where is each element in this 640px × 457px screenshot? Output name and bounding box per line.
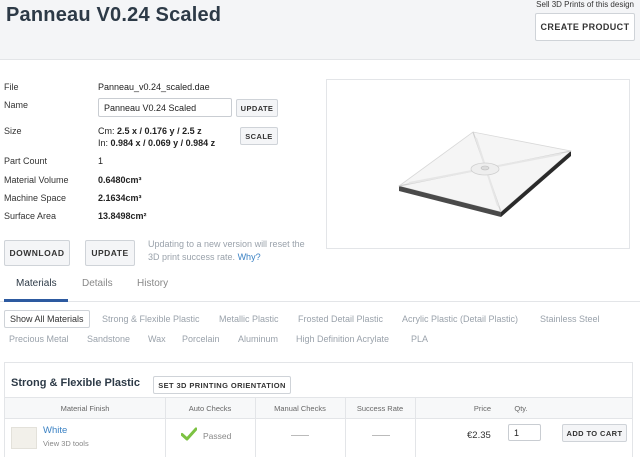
set-orientation-button[interactable]: SET 3D PRINTING ORIENTATION [153, 376, 291, 394]
table-row: White View 3D tools Passed €2.35 ADD TO … [5, 419, 632, 457]
material-swatch [11, 427, 37, 449]
tab-history[interactable]: History [137, 278, 168, 289]
filter-show-all[interactable]: Show All Materials [4, 310, 90, 328]
check-icon [181, 427, 197, 441]
update-note: Updating to a new version will reset the… [148, 239, 305, 262]
material-volume-value: 0.6480cm³ [98, 175, 142, 185]
filter-precious-metal[interactable]: Precious Metal [9, 334, 69, 344]
panel-title: Strong & Flexible Plastic [11, 377, 140, 389]
filter-wax[interactable]: Wax [148, 334, 166, 344]
download-button[interactable]: DOWNLOAD [4, 240, 70, 266]
filter-frosted-detail[interactable]: Frosted Detail Plastic [298, 314, 383, 324]
name-update-button[interactable]: UPDATE [236, 99, 278, 117]
filter-aluminum[interactable]: Aluminum [238, 334, 278, 344]
surface-area-label: Surface Area [4, 211, 57, 221]
filter-metallic[interactable]: Metallic Plastic [219, 314, 279, 324]
machine-space-value: 2.1634cm³ [98, 193, 142, 203]
tab-materials[interactable]: Materials [16, 278, 57, 289]
col-manual-checks: Manual Checks [274, 404, 326, 413]
table-header: Material Finish Auto Checks Manual Check… [5, 397, 632, 419]
surface-area-value: 13.8498cm² [98, 211, 147, 221]
price-value: €2.35 [467, 430, 491, 441]
size-cm: Cm: 2.5 x / 0.176 y / 2.5 z [98, 126, 202, 136]
size-in: In: 0.984 x / 0.069 y / 0.984 z [98, 138, 216, 148]
file-value: Panneau_v0.24_scaled.dae [98, 82, 210, 92]
part-count-label: Part Count [4, 156, 48, 166]
material-volume-label: Material Volume [4, 175, 69, 185]
quantity-input[interactable] [508, 424, 541, 441]
page-title: Panneau V0.24 Scaled [6, 4, 222, 26]
machine-space-label: Machine Space [4, 193, 67, 203]
col-qty: Qty. [514, 404, 528, 413]
filter-strong-flexible[interactable]: Strong & Flexible Plastic [102, 314, 200, 324]
model-preview[interactable] [326, 79, 630, 249]
manual-checks-empty [291, 435, 309, 436]
filter-acrylic[interactable]: Acrylic Plastic (Detail Plastic) [402, 314, 518, 324]
col-success-rate: Success Rate [356, 404, 404, 413]
name-input[interactable] [98, 98, 232, 117]
name-label: Name [4, 100, 29, 110]
auto-check-status: Passed [203, 431, 232, 441]
filter-stainless-steel[interactable]: Stainless Steel [540, 314, 600, 324]
filter-sandstone[interactable]: Sandstone [87, 334, 130, 344]
panel-model-image [398, 131, 572, 217]
page-header: Panneau V0.24 Scaled Sell 3D Prints of t… [0, 0, 640, 60]
active-tab-indicator [4, 299, 68, 302]
filter-hd-acrylate[interactable]: High Definition Acrylate [296, 334, 389, 344]
material-finish-link[interactable]: White [43, 425, 67, 436]
scale-button[interactable]: SCALE [240, 127, 278, 145]
part-count-value: 1 [98, 156, 104, 166]
why-link[interactable]: Why? [238, 252, 261, 262]
update-button[interactable]: UPDATE [85, 240, 135, 266]
filter-porcelain[interactable]: Porcelain [182, 334, 220, 344]
material-panel: Strong & Flexible Plastic SET 3D PRINTIN… [4, 362, 633, 457]
col-auto-checks: Auto Checks [188, 404, 232, 413]
tab-bar: Materials Details History [0, 275, 640, 302]
tab-details[interactable]: Details [82, 278, 113, 289]
col-material-finish: Material Finish [60, 404, 110, 413]
file-label: File [4, 82, 19, 92]
success-rate-empty [372, 435, 390, 436]
col-price: Price [473, 404, 491, 413]
view-3d-tools-link[interactable]: View 3D tools [43, 439, 89, 448]
add-to-cart-button[interactable]: ADD TO CART [562, 424, 627, 442]
create-product-button[interactable]: CREATE PRODUCT [535, 13, 635, 41]
filter-pla[interactable]: PLA [411, 334, 428, 344]
sell-prints-text: Sell 3D Prints of this design [536, 0, 634, 9]
size-label: Size [4, 126, 22, 136]
